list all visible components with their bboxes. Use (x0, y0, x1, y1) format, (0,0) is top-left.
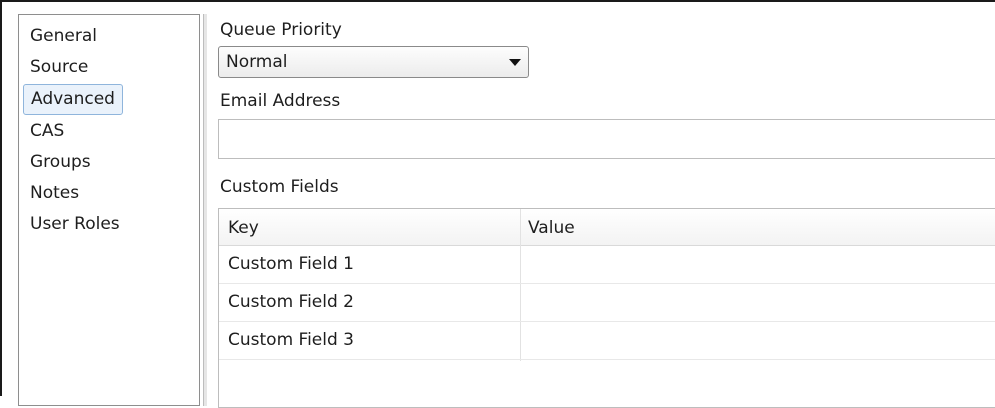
table-header: Key Value (219, 209, 995, 246)
key-cell: Custom Field 2 (228, 292, 354, 312)
custom-fields-label: Custom Fields (220, 177, 339, 197)
nav-item-label: Source (30, 57, 89, 77)
column-header-value[interactable]: Value (528, 218, 575, 238)
advanced-settings-panel: General Source Advanced CAS Groups Notes… (0, 0, 995, 408)
queue-priority-dropdown[interactable]: Normal (218, 46, 529, 78)
nav-item-advanced[interactable]: Advanced (23, 84, 123, 115)
nav-item-source[interactable]: Source (23, 52, 127, 83)
dropdown-arrow-icon (509, 59, 521, 66)
custom-fields-table: Key Value Custom Field 1 Custom Field 2 … (218, 208, 995, 408)
nav-item-general[interactable]: General (23, 21, 127, 52)
nav-item-label: User Roles (30, 214, 120, 234)
queue-priority-value: Normal (226, 52, 288, 72)
email-address-field[interactable] (218, 119, 995, 159)
nav-item-cas[interactable]: CAS (23, 116, 127, 147)
column-header-key[interactable]: Key (228, 218, 259, 238)
nav-item-label: Advanced (31, 89, 115, 109)
nav-item-label: Groups (30, 152, 91, 172)
settings-nav-list: General Source Advanced CAS Groups Notes… (23, 21, 127, 240)
splitter[interactable] (203, 14, 207, 406)
table-row[interactable]: Custom Field 2 (219, 284, 995, 322)
table-row[interactable]: Custom Field 1 (219, 246, 995, 284)
key-cell: Custom Field 1 (228, 254, 354, 274)
nav-item-label: General (30, 26, 97, 46)
email-address-label: Email Address (220, 91, 341, 111)
table-row[interactable]: Custom Field 3 (219, 322, 995, 360)
settings-nav: General Source Advanced CAS Groups Notes… (18, 14, 200, 406)
nav-item-groups[interactable]: Groups (23, 147, 127, 178)
key-cell: Custom Field 3 (228, 330, 354, 350)
queue-priority-label: Queue Priority (220, 20, 342, 40)
nav-item-user-roles[interactable]: User Roles (23, 209, 127, 240)
nav-item-label: Notes (30, 183, 80, 203)
nav-item-label: CAS (30, 121, 65, 141)
nav-item-notes[interactable]: Notes (23, 178, 127, 209)
